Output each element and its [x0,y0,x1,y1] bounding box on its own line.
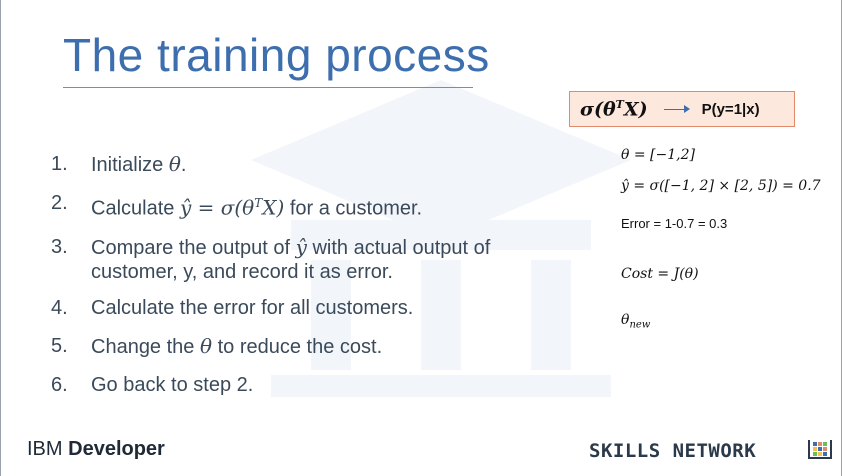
ibm-developer-brand: IBM Developer [27,438,165,460]
right-arrow-icon [663,104,692,114]
list-item: 4. Calculate the error for all customers… [51,296,414,319]
sigmoid-expression: σ(θTX) [580,97,648,121]
skills-network-brand: SKILLS NETWORK [589,440,757,462]
slide-title: The training process [63,29,490,81]
title-divider [63,87,473,88]
theta-new: θnew [621,312,651,331]
sigmoid-formula-box: σ(θTX) P(y=1|x) [569,91,795,127]
slide: The training process σ(θTX) P(y=1|x) 1. … [0,0,842,476]
error-calculation: Error = 1-0.7 = 0.3 [621,216,728,231]
training-steps-list: 1. Initialize θ. 2. Calculate ŷ = σ(θTX)… [51,152,571,411]
skills-network-logo-icon [808,440,832,459]
probability-label: P(y=1|x) [701,100,760,118]
list-item: 6. Go back to step 2. [51,373,254,396]
list-item: 3. Compare the output of ŷ with actual o… [51,234,491,283]
list-item: 2. Calculate ŷ = σ(θTX) for a customer. [51,192,423,220]
theta-value: θ = [−1,2] [621,147,695,163]
cost-function: Cost = J(θ) [621,266,699,282]
list-item: 5. Change the θ to reduce the cost. [51,333,383,358]
yhat-calculation: ŷ = σ([−1, 2] × [2, 5]) = 0.7 [621,178,821,194]
list-item: 1. Initialize θ. [51,152,187,176]
